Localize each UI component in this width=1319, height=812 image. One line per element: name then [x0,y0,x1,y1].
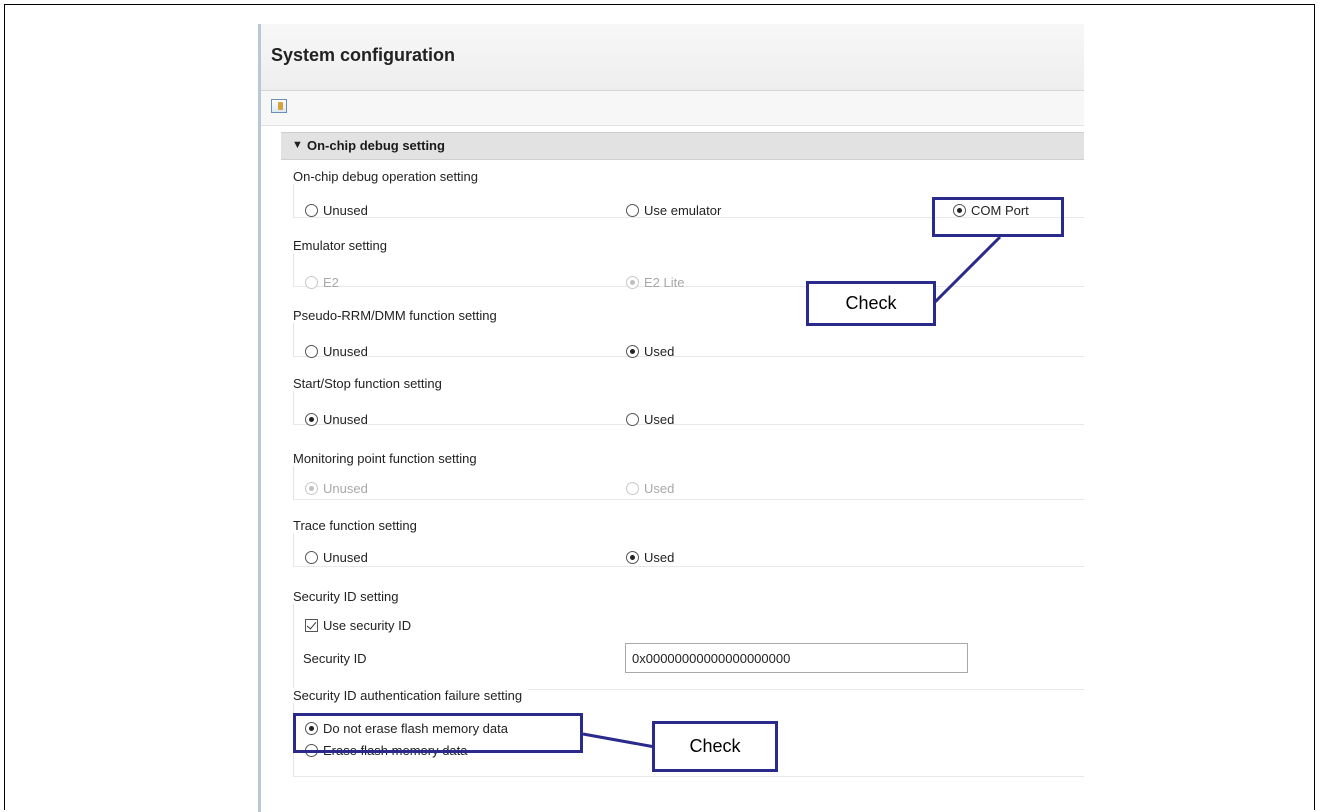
callout-check-top: Check [806,281,936,326]
highlight-com-port [932,197,1064,237]
callout-check-bottom: Check [652,721,778,772]
highlight-do-not-erase [293,713,583,753]
callout-connectors [582,235,1002,749]
